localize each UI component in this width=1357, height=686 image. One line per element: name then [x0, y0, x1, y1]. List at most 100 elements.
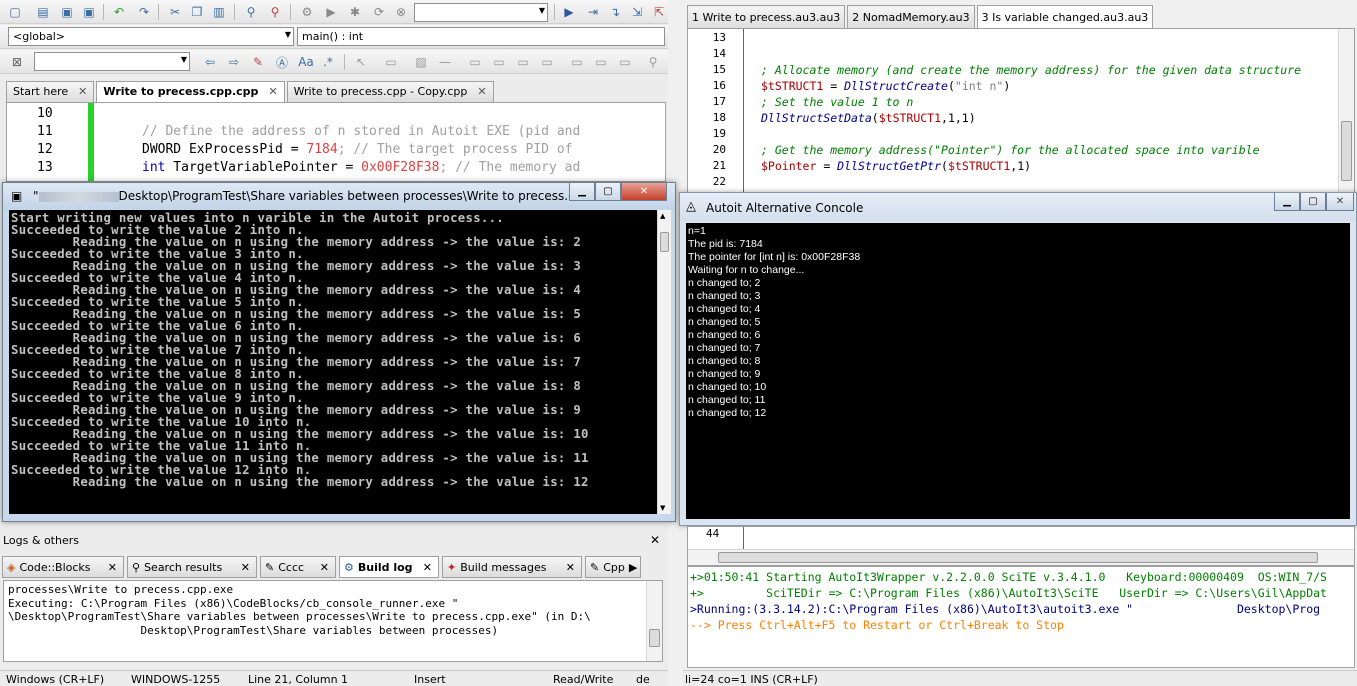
code-text: // Define the address of n stored in Aut…	[142, 124, 581, 139]
scroll-down-icon[interactable]: ▼	[660, 504, 665, 512]
autoit-console-output[interactable]: n=1 The pid is: 7184 The pointer for [in…	[686, 223, 1350, 519]
step-into-icon[interactable]: ⇲	[628, 3, 646, 21]
zoom-icon[interactable]: ⚲	[644, 53, 662, 71]
tab-cccc[interactable]: ✎ Cccc ✕	[260, 556, 336, 578]
search-icon: ⚲	[132, 561, 141, 574]
paste-icon[interactable]: ▥	[210, 3, 228, 21]
tab-nomadmemory-au3[interactable]: 2 NomadMemory.au3	[847, 5, 975, 29]
close-icon[interactable]: ✕	[320, 561, 329, 577]
match-icon[interactable]: Ⓐ	[273, 53, 291, 71]
box7-icon[interactable]: ▭	[616, 53, 634, 71]
gear-icon: ⚙	[344, 561, 354, 574]
back-arrow-icon[interactable]: ⇦	[201, 53, 219, 71]
scite-output-pane[interactable]: +>01:50:41 Starting AutoIt3Wrapper v.2.2…	[687, 566, 1355, 668]
close-icon[interactable]: ✕	[477, 85, 486, 98]
tab-write-to-precess-copy[interactable]: Write to precess.cpp - Copy.cpp ✕	[286, 81, 494, 102]
code-number: 7184	[306, 142, 338, 157]
debug-run-icon[interactable]: ▶	[560, 3, 578, 21]
scite-hscrollbar[interactable]	[688, 549, 1354, 565]
open-folder-icon[interactable]: ▤	[34, 3, 52, 21]
minimize-button[interactable]: ▁	[569, 183, 595, 201]
run-to-cursor-icon[interactable]: ⇥	[584, 3, 602, 21]
tab-write-to-precess-au3[interactable]: 1 Write to precess.au3.au3	[687, 5, 846, 29]
box3-icon[interactable]: ▭	[514, 53, 532, 71]
aa-icon[interactable]: Aa	[297, 53, 315, 71]
step-out-icon[interactable]: ⇱	[650, 3, 668, 21]
image-icon[interactable]: ▧	[412, 53, 430, 71]
scite-scrollbar[interactable]	[1338, 29, 1354, 193]
console-scrollbar[interactable]: ▲ ▼	[657, 210, 671, 514]
code-text: ; Set the value 1 to n	[761, 95, 914, 109]
build-target-select[interactable]: ▼	[414, 3, 548, 22]
box4-icon[interactable]: ▭	[538, 53, 556, 71]
close-icon[interactable]: ✕	[566, 561, 575, 577]
code-keyword: int	[142, 160, 166, 175]
new-file-icon[interactable]: ▢	[6, 3, 24, 21]
find-icon[interactable]: ⚲	[242, 3, 260, 21]
tab-search-results[interactable]: ⚲ Search results ✕	[127, 556, 257, 578]
replace-icon[interactable]: ⚲	[266, 3, 284, 21]
autoit-console-titlebar[interactable]: ◬ Autoit Alternative Concole ▁ ▢ ✕	[680, 193, 1356, 221]
scope-select[interactable]: <global> ▼	[8, 27, 294, 46]
clear-icon[interactable]: ⊠	[8, 53, 26, 71]
tab-is-variable-changed[interactable]: 3 Is variable changed.au3.au3	[976, 5, 1154, 29]
scite-editor-lower[interactable]: 44	[687, 526, 1355, 566]
regex-icon[interactable]: .*	[319, 53, 337, 71]
tab-code-blocks[interactable]: ◈ Code::Blocks ✕	[2, 556, 124, 578]
box1-icon[interactable]: ▭	[466, 53, 484, 71]
abort-icon[interactable]: ⊗	[392, 3, 410, 21]
autoit-console-text: n=1 The pid is: 7184 The pointer for [in…	[688, 225, 861, 419]
close-icon[interactable]: ✕	[423, 561, 432, 577]
minimize-button[interactable]: ▁	[1274, 193, 1300, 211]
run-icon[interactable]: ▶	[322, 3, 340, 21]
copy-icon[interactable]: ❐	[188, 3, 206, 21]
close-icon[interactable]: ✕	[78, 85, 87, 98]
tab-build-messages[interactable]: ✦ Build messages ✕	[442, 556, 582, 578]
console-output[interactable]: Start writing new values into n varible …	[9, 210, 657, 514]
close-icon[interactable]: ✕	[268, 85, 277, 98]
autoit-console-title: Autoit Alternative Concole	[706, 201, 864, 215]
close-icon[interactable]: ✕	[650, 533, 660, 547]
box2-icon[interactable]: ▭	[490, 53, 508, 71]
autoit-logo-icon: ◬	[686, 199, 696, 214]
build-run-icon[interactable]: ✱	[346, 3, 364, 21]
box5-icon[interactable]: ▭	[568, 53, 586, 71]
redo-icon[interactable]: ↷	[135, 3, 153, 21]
function-select[interactable]: main() : int	[297, 27, 665, 46]
chevron-right-icon[interactable]: ▶	[629, 561, 637, 577]
close-icon[interactable]: ✕	[108, 561, 117, 577]
close-button[interactable]: ✕	[1326, 193, 1354, 211]
code-editor[interactable]: 10 11 // Define the address of n stored …	[6, 102, 666, 182]
search-input[interactable]: ▼	[34, 52, 190, 71]
close-icon[interactable]: ✕	[241, 561, 250, 577]
output-line: +>01:50:41 Starting AutoIt3Wrapper v.2.2…	[690, 570, 1327, 584]
tab-start-here[interactable]: Start here ✕	[6, 81, 95, 102]
select-icon[interactable]: ↖	[352, 53, 370, 71]
box6-icon[interactable]: ▭	[592, 53, 610, 71]
tab-write-to-precess-cpp[interactable]: Write to precess.cpp.cpp ✕	[96, 81, 285, 102]
save-all-icon[interactable]: ▣	[80, 3, 98, 21]
console-titlebar[interactable]: ▣ " Desktop\ProgramTest\Share variables b…	[3, 183, 675, 209]
undo-icon[interactable]: ↶	[110, 3, 128, 21]
maximize-button[interactable]: ▢	[1300, 193, 1326, 211]
save-icon[interactable]: ▣	[58, 3, 76, 21]
tab-build-log[interactable]: ⚙ Build log ✕	[339, 556, 439, 578]
forward-arrow-icon[interactable]: ⇨	[225, 53, 243, 71]
rect-icon[interactable]: ▭	[382, 53, 400, 71]
line-number: 44	[706, 527, 720, 540]
next-line-icon[interactable]: ↴	[606, 3, 624, 21]
scroll-up-icon[interactable]: ▲	[660, 212, 665, 220]
line-icon[interactable]: —	[436, 53, 454, 71]
logs-scrollbar[interactable]	[646, 581, 662, 661]
tab-cpp[interactable]: ✎ Cpp ▶	[585, 556, 641, 578]
scite-editor[interactable]: 13 14 15 ; Allocate memory (and create the …	[687, 28, 1355, 194]
highlight-icon[interactable]: ✎	[249, 53, 267, 71]
line-number: 21	[712, 159, 726, 172]
build-gear-icon[interactable]: ⚙	[298, 3, 316, 21]
cut-icon[interactable]: ✂	[166, 3, 184, 21]
maximize-button[interactable]: ▢	[595, 183, 621, 201]
build-log-output[interactable]: processes\Write to precess.cpp.exe Execu…	[3, 580, 663, 662]
close-button[interactable]: ✕	[621, 183, 667, 201]
rebuild-icon[interactable]: ⟳	[370, 3, 388, 21]
console-app-icon: ▣	[11, 189, 23, 203]
